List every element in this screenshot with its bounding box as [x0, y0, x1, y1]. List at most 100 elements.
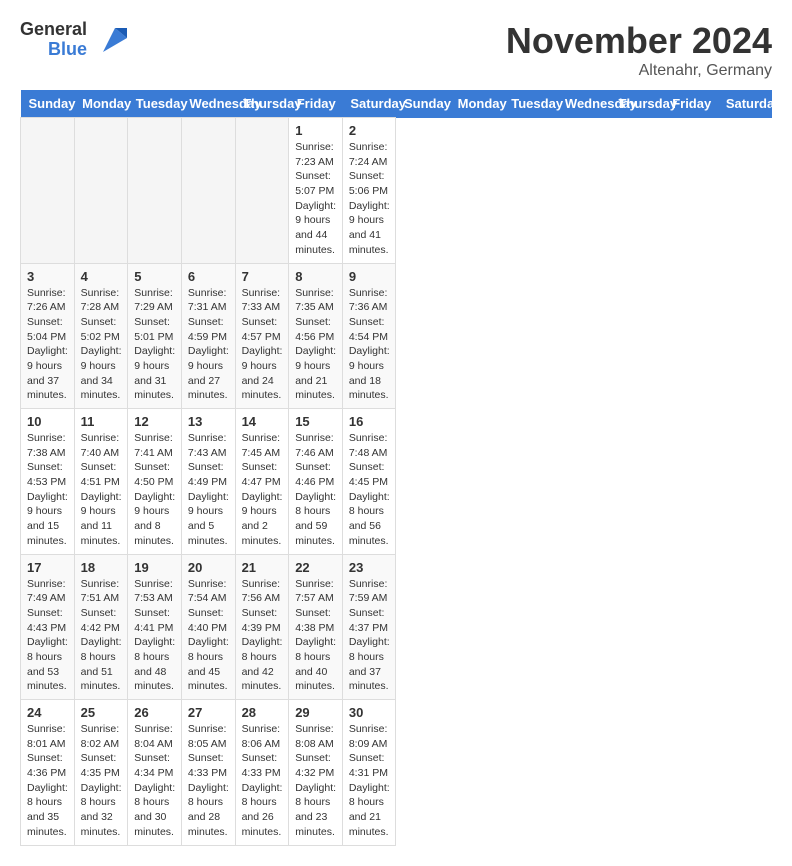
calendar-week-row: 10Sunrise: 7:38 AM Sunset: 4:53 PM Dayli… [21, 409, 772, 555]
day-number: 18 [81, 560, 122, 575]
day-info: Sunrise: 7:46 AM Sunset: 4:46 PM Dayligh… [295, 431, 336, 549]
calendar-cell: 12Sunrise: 7:41 AM Sunset: 4:50 PM Dayli… [128, 409, 182, 555]
calendar-cell: 1Sunrise: 7:23 AM Sunset: 5:07 PM Daylig… [289, 118, 343, 264]
calendar-header-row: SundayMondayTuesdayWednesdayThursdayFrid… [21, 90, 772, 118]
day-number: 21 [242, 560, 283, 575]
calendar-cell: 8Sunrise: 7:35 AM Sunset: 4:56 PM Daylig… [289, 263, 343, 409]
day-info: Sunrise: 8:06 AM Sunset: 4:33 PM Dayligh… [242, 722, 283, 840]
day-number: 2 [349, 123, 390, 138]
calendar-cell: 16 Sunrise: 7:48 AM Sunset: 4:45 PM Dayli… [342, 409, 396, 555]
day-of-week-header: Monday [74, 90, 128, 118]
calendar-cell [74, 118, 128, 264]
day-number: 27 [188, 705, 229, 720]
day-info: Sunrise: 7:53 AM Sunset: 4:41 PM Dayligh… [134, 577, 175, 695]
day-number: 3 [27, 269, 68, 284]
day-number: 1 [295, 123, 336, 138]
day-info: Sunrise: 7:49 AM Sunset: 4:43 PM Dayligh… [27, 577, 68, 695]
calendar-cell: 23Sunrise: 7:59 AM Sunset: 4:37 PM Dayli… [342, 554, 396, 700]
title-section: November 2024 Altenahr, Germany [506, 20, 772, 80]
day-of-week-header: Tuesday [503, 90, 557, 118]
calendar-cell: 11 Sunrise: 7:40 AM Sunset: 4:51 PM Dayli… [74, 409, 128, 555]
calendar-cell [21, 118, 75, 264]
calendar-week-row: 24 Sunrise: 8:01 AM Sunset: 4:36 PM Dayli… [21, 700, 772, 846]
day-info: Sunrise: 8:01 AM Sunset: 4:36 PM Dayligh… [27, 722, 68, 840]
calendar-cell: 4 Sunrise: 7:28 AM Sunset: 5:02 PM Daylig… [74, 263, 128, 409]
day-info: Sunrise: 8:04 AM Sunset: 4:34 PM Dayligh… [134, 722, 175, 840]
calendar-cell: 2 Sunrise: 7:24 AM Sunset: 5:06 PM Daylig… [342, 118, 396, 264]
calendar-week-row: 1Sunrise: 7:23 AM Sunset: 5:07 PM Daylig… [21, 118, 772, 264]
day-number: 23 [349, 560, 390, 575]
day-info: Sunrise: 7:54 AM Sunset: 4:40 PM Dayligh… [188, 577, 229, 695]
day-info: Sunrise: 7:57 AM Sunset: 4:38 PM Dayligh… [295, 577, 336, 695]
day-number: 4 [81, 269, 122, 284]
calendar-cell: 27 Sunrise: 8:05 AM Sunset: 4:33 PM Dayli… [181, 700, 235, 846]
day-info: Sunrise: 7:48 AM Sunset: 4:45 PM Dayligh… [349, 431, 390, 549]
calendar-week-row: 17Sunrise: 7:49 AM Sunset: 4:43 PM Dayli… [21, 554, 772, 700]
logo-icon [95, 24, 127, 52]
calendar-cell: 5Sunrise: 7:29 AM Sunset: 5:01 PM Daylig… [128, 263, 182, 409]
day-of-week-header: Friday [664, 90, 718, 118]
day-of-week-header: Saturday [342, 90, 396, 118]
day-number: 24 [27, 705, 68, 720]
day-info: Sunrise: 7:56 AM Sunset: 4:39 PM Dayligh… [242, 577, 283, 695]
calendar-cell: 21 Sunrise: 7:56 AM Sunset: 4:39 PM Dayli… [235, 554, 289, 700]
day-of-week-header: Sunday [396, 90, 450, 118]
page-header: General Blue November 2024 Altenahr, Ger… [20, 20, 772, 80]
day-of-week-header: Thursday [235, 90, 289, 118]
day-info: Sunrise: 7:45 AM Sunset: 4:47 PM Dayligh… [242, 431, 283, 549]
day-number: 25 [81, 705, 122, 720]
day-info: Sunrise: 7:24 AM Sunset: 5:06 PM Dayligh… [349, 140, 390, 258]
day-of-week-header: Friday [289, 90, 343, 118]
day-number: 20 [188, 560, 229, 575]
day-info: Sunrise: 8:08 AM Sunset: 4:32 PM Dayligh… [295, 722, 336, 840]
day-of-week-header: Tuesday [128, 90, 182, 118]
day-of-week-header: Monday [450, 90, 504, 118]
day-number: 26 [134, 705, 175, 720]
day-info: Sunrise: 7:33 AM Sunset: 4:57 PM Dayligh… [242, 286, 283, 404]
day-info: Sunrise: 7:40 AM Sunset: 4:51 PM Dayligh… [81, 431, 122, 549]
calendar-cell: 29 Sunrise: 8:08 AM Sunset: 4:32 PM Dayli… [289, 700, 343, 846]
calendar-cell: 20 Sunrise: 7:54 AM Sunset: 4:40 PM Dayli… [181, 554, 235, 700]
day-number: 11 [81, 414, 122, 429]
day-of-week-header: Saturday [718, 90, 772, 118]
calendar-cell: 28 Sunrise: 8:06 AM Sunset: 4:33 PM Dayli… [235, 700, 289, 846]
day-info: Sunrise: 8:05 AM Sunset: 4:33 PM Dayligh… [188, 722, 229, 840]
calendar-cell: 19 Sunrise: 7:53 AM Sunset: 4:41 PM Dayli… [128, 554, 182, 700]
day-number: 22 [295, 560, 336, 575]
calendar-cell: 13Sunrise: 7:43 AM Sunset: 4:49 PM Dayli… [181, 409, 235, 555]
day-info: Sunrise: 7:28 AM Sunset: 5:02 PM Dayligh… [81, 286, 122, 404]
day-of-week-header: Sunday [21, 90, 75, 118]
day-info: Sunrise: 7:38 AM Sunset: 4:53 PM Dayligh… [27, 431, 68, 549]
calendar-cell: 18Sunrise: 7:51 AM Sunset: 4:42 PM Dayli… [74, 554, 128, 700]
calendar-cell: 7 Sunrise: 7:33 AM Sunset: 4:57 PM Daylig… [235, 263, 289, 409]
calendar-cell [235, 118, 289, 264]
day-info: Sunrise: 7:29 AM Sunset: 5:01 PM Dayligh… [134, 286, 175, 404]
calendar-cell: 24 Sunrise: 8:01 AM Sunset: 4:36 PM Dayli… [21, 700, 75, 846]
calendar-cell [181, 118, 235, 264]
calendar-cell: 25 Sunrise: 8:02 AM Sunset: 4:35 PM Dayli… [74, 700, 128, 846]
day-number: 19 [134, 560, 175, 575]
day-number: 15 [295, 414, 336, 429]
day-number: 7 [242, 269, 283, 284]
day-number: 13 [188, 414, 229, 429]
day-info: Sunrise: 7:35 AM Sunset: 4:56 PM Dayligh… [295, 286, 336, 404]
day-info: Sunrise: 7:31 AM Sunset: 4:59 PM Dayligh… [188, 286, 229, 404]
calendar-cell: 26 Sunrise: 8:04 AM Sunset: 4:34 PM Dayli… [128, 700, 182, 846]
calendar-cell: 15 Sunrise: 7:46 AM Sunset: 4:46 PM Dayli… [289, 409, 343, 555]
day-info: Sunrise: 7:41 AM Sunset: 4:50 PM Dayligh… [134, 431, 175, 549]
day-number: 29 [295, 705, 336, 720]
calendar-cell [128, 118, 182, 264]
day-info: Sunrise: 8:02 AM Sunset: 4:35 PM Dayligh… [81, 722, 122, 840]
calendar-cell: 17Sunrise: 7:49 AM Sunset: 4:43 PM Dayli… [21, 554, 75, 700]
day-number: 6 [188, 269, 229, 284]
calendar-cell: 6 Sunrise: 7:31 AM Sunset: 4:59 PM Daylig… [181, 263, 235, 409]
day-number: 16 [349, 414, 390, 429]
month-title: November 2024 [506, 20, 772, 62]
calendar-table: SundayMondayTuesdayWednesdayThursdayFrid… [20, 90, 772, 846]
day-of-week-header: Thursday [611, 90, 665, 118]
logo-general: General [20, 20, 87, 40]
day-number: 28 [242, 705, 283, 720]
day-info: Sunrise: 7:26 AM Sunset: 5:04 PM Dayligh… [27, 286, 68, 404]
day-number: 14 [242, 414, 283, 429]
calendar-week-row: 3 Sunrise: 7:26 AM Sunset: 5:04 PM Daylig… [21, 263, 772, 409]
